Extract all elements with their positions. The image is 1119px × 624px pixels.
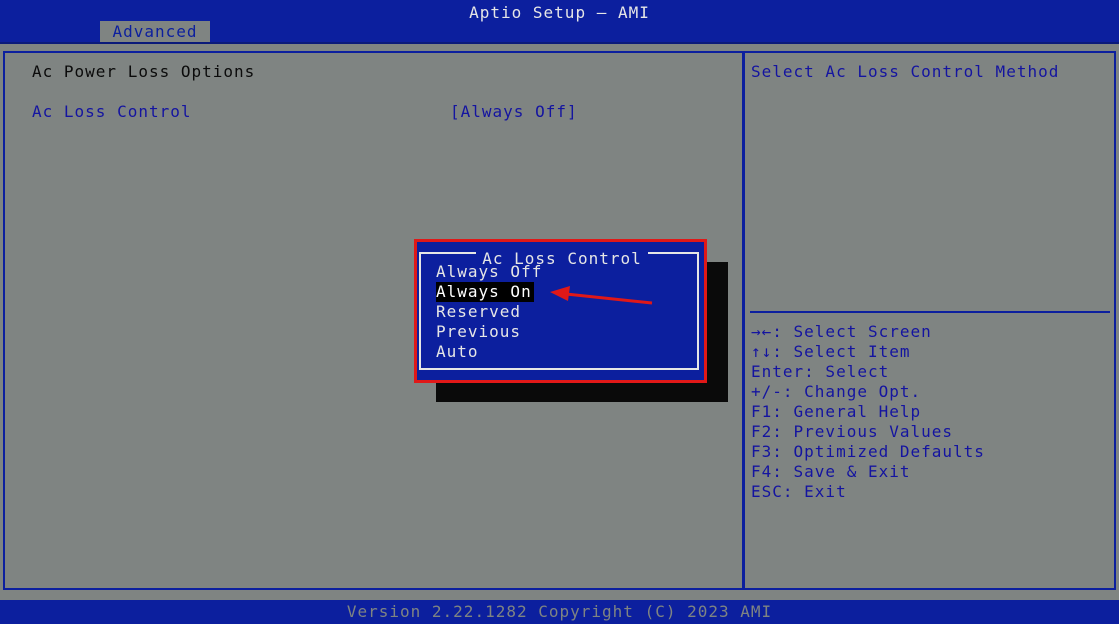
option-previous[interactable]: Previous: [436, 322, 521, 342]
ac-loss-control-label[interactable]: Ac Loss Control: [32, 102, 192, 121]
title-bar: Aptio Setup – AMI Advanced: [0, 0, 1119, 44]
key-enter-select: Enter: Select: [751, 362, 890, 381]
footer-version: Version 2.22.1282 Copyright (C) 2023 AMI: [0, 600, 1119, 624]
option-reserved[interactable]: Reserved: [436, 302, 521, 322]
help-description: Select Ac Loss Control Method: [751, 62, 1060, 81]
option-always-off[interactable]: Always Off: [436, 262, 542, 282]
key-optimized-defaults: F3: Optimized Defaults: [751, 442, 985, 461]
ac-loss-control-value[interactable]: [Always Off]: [450, 102, 578, 121]
help-divider: [750, 311, 1110, 313]
app-title: Aptio Setup – AMI: [469, 3, 650, 22]
tab-advanced[interactable]: Advanced: [100, 21, 210, 42]
key-general-help: F1: General Help: [751, 402, 922, 421]
panel-divider: [742, 51, 745, 590]
option-always-on[interactable]: Always On: [436, 282, 534, 302]
key-save-exit: F4: Save & Exit: [751, 462, 911, 481]
key-previous-values: F2: Previous Values: [751, 422, 954, 441]
key-exit: ESC: Exit: [751, 482, 847, 501]
key-legend: →←: Select Screen ↑↓: Select Item Enter:…: [751, 322, 985, 502]
key-change-opt: +/-: Change Opt.: [751, 382, 922, 401]
section-title: Ac Power Loss Options: [32, 62, 256, 81]
key-select-screen: →←: Select Screen: [751, 322, 932, 341]
option-auto[interactable]: Auto: [436, 342, 479, 362]
key-select-item: ↑↓: Select Item: [751, 342, 911, 361]
